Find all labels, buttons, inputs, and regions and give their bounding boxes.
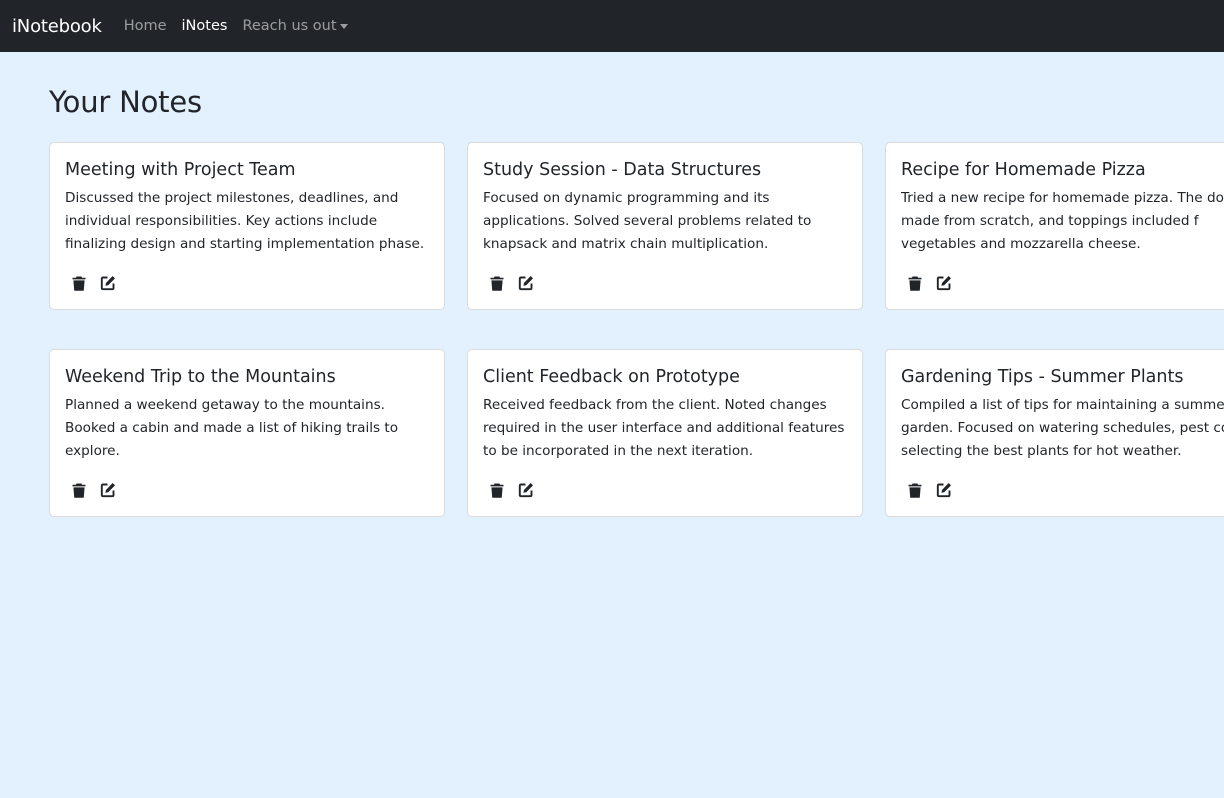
note-card: Client Feedback on Prototype Received fe…	[467, 349, 863, 517]
note-description: Compiled a list of tips for maintaining …	[901, 397, 1224, 459]
notes-area: Your Notes Meeting with Project Team Dis…	[0, 0, 1224, 798]
edit-icon[interactable]	[935, 274, 953, 292]
note-description: Planned a weekend getaway to the mountai…	[65, 397, 399, 459]
note-actions	[906, 481, 964, 499]
note-card: Meeting with Project Team Discussed the …	[49, 142, 445, 310]
note-actions	[906, 274, 964, 292]
trash-icon[interactable]	[906, 274, 924, 292]
note-title: Recipe for Homemade Pizza	[901, 160, 1146, 180]
edit-icon[interactable]	[517, 481, 535, 499]
note-title: Gardening Tips - Summer Plants	[901, 367, 1184, 387]
edit-icon[interactable]	[99, 274, 117, 292]
note-description: Discussed the project milestones, deadli…	[65, 190, 425, 252]
trash-icon[interactable]	[70, 274, 88, 292]
note-card: Study Session - Data Structures Focused …	[467, 142, 863, 310]
note-description: Tried a new recipe for homemade pizza. T…	[901, 190, 1224, 252]
note-title: Client Feedback on Prototype	[483, 367, 740, 387]
trash-icon[interactable]	[488, 274, 506, 292]
note-title: Study Session - Data Structures	[483, 160, 762, 180]
note-title: Meeting with Project Team	[65, 160, 296, 180]
edit-icon[interactable]	[517, 274, 535, 292]
note-actions	[70, 481, 128, 499]
note-actions	[488, 274, 546, 292]
edit-icon[interactable]	[935, 481, 953, 499]
note-card: Gardening Tips - Summer Plants Compiled …	[885, 349, 1224, 517]
edit-icon[interactable]	[99, 481, 117, 499]
note-card: Weekend Trip to the Mountains Planned a …	[49, 349, 445, 517]
note-card: Recipe for Homemade Pizza Tried a new re…	[885, 142, 1224, 310]
note-actions	[488, 481, 546, 499]
note-description: Received feedback from the client. Noted…	[483, 397, 845, 459]
trash-icon[interactable]	[70, 481, 88, 499]
note-description: Focused on dynamic programming and its a…	[483, 190, 812, 252]
note-actions	[70, 274, 128, 292]
page-title: Your Notes	[49, 85, 202, 119]
trash-icon[interactable]	[488, 481, 506, 499]
trash-icon[interactable]	[906, 481, 924, 499]
note-title: Weekend Trip to the Mountains	[65, 367, 336, 387]
